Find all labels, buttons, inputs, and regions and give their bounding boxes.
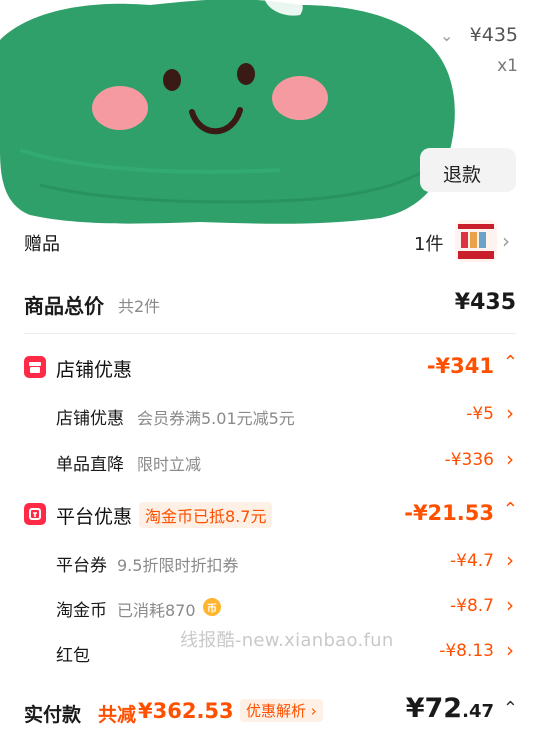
store-item-desc: 会员券满5.01元减5元: [137, 409, 295, 428]
gift-label: 赠品: [24, 234, 60, 255]
store-icon: [24, 356, 46, 378]
platform-icon: [24, 503, 46, 525]
chevron-up-icon[interactable]: ⌃: [503, 499, 518, 520]
coin-icon: 币: [203, 598, 221, 616]
platform-item-label: 红包: [56, 646, 90, 666]
item-quantity: x1: [497, 56, 518, 76]
total-label: 商品总价: [24, 294, 104, 318]
watermark-text: 线报酷-new.xianbao.fun: [180, 630, 394, 651]
saved-amount: ¥362.53: [138, 699, 234, 723]
platform-item-desc: 已消耗870: [117, 601, 196, 620]
discount-breakdown-label: 优惠解析: [246, 702, 307, 720]
chevron-right-icon[interactable]: ›: [506, 638, 514, 662]
store-item-label: 单品直降: [56, 455, 124, 475]
saved-prefix: 共减: [98, 704, 137, 726]
gift-thumbnail[interactable]: [455, 220, 497, 262]
chevron-down-icon[interactable]: ⌄: [440, 26, 453, 45]
platform-item-label: 淘金币: [56, 601, 107, 621]
gift-chevron-icon[interactable]: ›: [502, 229, 510, 253]
pay-amount-dec: .47: [462, 701, 494, 722]
store-item-amount: -¥336: [444, 450, 494, 470]
chevron-right-icon[interactable]: ›: [506, 548, 514, 572]
platform-item-amount: -¥4.7: [450, 551, 494, 571]
payment-label: 实付款: [24, 704, 82, 726]
platform-item-amount: -¥8.13: [439, 641, 494, 661]
total-amount: ¥435: [454, 290, 516, 315]
platform-discount-amount: -¥21.53: [404, 501, 494, 525]
store-item-label: 店铺优惠: [56, 409, 124, 429]
coin-deduction-tag: 淘金币已抵8.7元: [139, 502, 273, 528]
store-discount-title: 店铺优惠: [56, 359, 133, 381]
pay-amount: ¥72.47: [406, 693, 494, 724]
chevron-up-icon[interactable]: ⌃: [503, 698, 518, 719]
gift-count: 1件: [414, 234, 444, 255]
pay-amount-int: ¥72: [405, 693, 463, 724]
sticker-blob-image: [0, 0, 455, 224]
chevron-up-icon[interactable]: ⌃: [503, 352, 518, 373]
store-item-desc: 限时立减: [137, 455, 202, 474]
platform-discount-title: 平台优惠: [56, 506, 133, 528]
discount-breakdown-button[interactable]: 优惠解析 ›: [240, 699, 323, 722]
refund-button-label[interactable]: 退款: [443, 160, 481, 187]
platform-item-desc: 9.5折限时折扣券: [117, 556, 239, 575]
total-count: 共2件: [118, 297, 161, 316]
divider: [24, 333, 516, 334]
platform-item-amount: -¥8.7: [450, 596, 494, 616]
store-discount-amount: -¥341: [426, 354, 494, 378]
chevron-right-icon[interactable]: ›: [506, 447, 514, 471]
store-item-amount: -¥5: [466, 404, 494, 424]
chevron-right-icon[interactable]: ›: [506, 401, 514, 425]
chevron-right-icon[interactable]: ›: [506, 593, 514, 617]
platform-item-label: 平台券: [56, 556, 107, 576]
item-price: ¥435: [469, 24, 518, 46]
